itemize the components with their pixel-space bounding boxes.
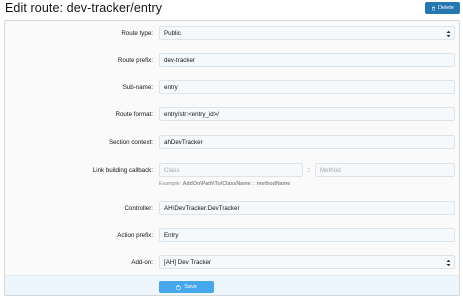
controller-value: AH\DevTracker:DevTracker (164, 204, 240, 212)
action-prefix-value: Entry (164, 231, 179, 239)
link-callback-label: Link building callback: (92, 167, 153, 174)
edit-route-form: Route type: Public Route prefix: dev-tra… (4, 20, 460, 296)
trash-icon (432, 6, 436, 10)
hint-class: AddOn\Path\To\ClassName (182, 181, 251, 187)
sub-name-label: Sub-name: (122, 84, 153, 91)
sub-name-input[interactable]: entry (159, 80, 455, 94)
route-type-label: Route type: (121, 30, 153, 37)
form-footer: Save (5, 275, 459, 295)
save-button[interactable]: Save (159, 281, 214, 293)
addon-value: [AH] Dev Tracker (164, 258, 212, 266)
section-context-label: Section context: (108, 139, 153, 146)
addon-label: Add-on: (131, 259, 153, 266)
hint-separator: :: (252, 181, 256, 187)
hint-prefix: Example: (159, 181, 182, 187)
route-prefix-input[interactable]: dev-tracker (159, 53, 455, 67)
sub-name-value: entry (164, 83, 178, 91)
controller-label: Controller: (124, 205, 153, 212)
select-arrows-icon (446, 259, 451, 267)
callback-method-placeholder: Method (320, 166, 341, 174)
callback-method-input[interactable]: Method (315, 163, 455, 177)
callback-class-placeholder: Class (164, 166, 180, 174)
callback-separator: :: (307, 167, 311, 174)
callback-class-input[interactable]: Class (159, 163, 303, 177)
section-context-value: ahDevTracker (164, 138, 203, 146)
route-type-select[interactable]: Public (159, 26, 455, 40)
save-icon (176, 285, 181, 289)
action-prefix-label: Action prefix: (117, 232, 153, 239)
section-context-input[interactable]: ahDevTracker (159, 135, 455, 149)
route-format-label: Route format: (115, 111, 154, 118)
form-body: Route type: Public Route prefix: dev-tra… (5, 21, 459, 275)
hint-method: methodName (256, 181, 291, 187)
route-format-input[interactable]: entry/str:<entry_id>/ (159, 107, 455, 121)
page-header: Edit route: dev-tracker/entry Delete (0, 0, 463, 20)
controller-input[interactable]: AH\DevTracker:DevTracker (159, 201, 455, 215)
callback-hint: Example: AddOn\Path\To\ClassName :: meth… (159, 181, 290, 187)
page-title: Edit route: dev-tracker/entry (5, 1, 163, 15)
delete-button-label: Delete (438, 5, 454, 11)
delete-button[interactable]: Delete (425, 2, 460, 14)
select-arrows-icon (446, 30, 451, 38)
save-button-label: Save (184, 284, 197, 290)
route-prefix-value: dev-tracker (164, 56, 195, 64)
addon-select[interactable]: [AH] Dev Tracker (159, 255, 455, 269)
route-format-value: entry/str:<entry_id>/ (164, 110, 220, 118)
route-type-value: Public (164, 29, 181, 37)
route-prefix-label: Route prefix: (117, 57, 153, 64)
action-prefix-input[interactable]: Entry (159, 228, 455, 242)
